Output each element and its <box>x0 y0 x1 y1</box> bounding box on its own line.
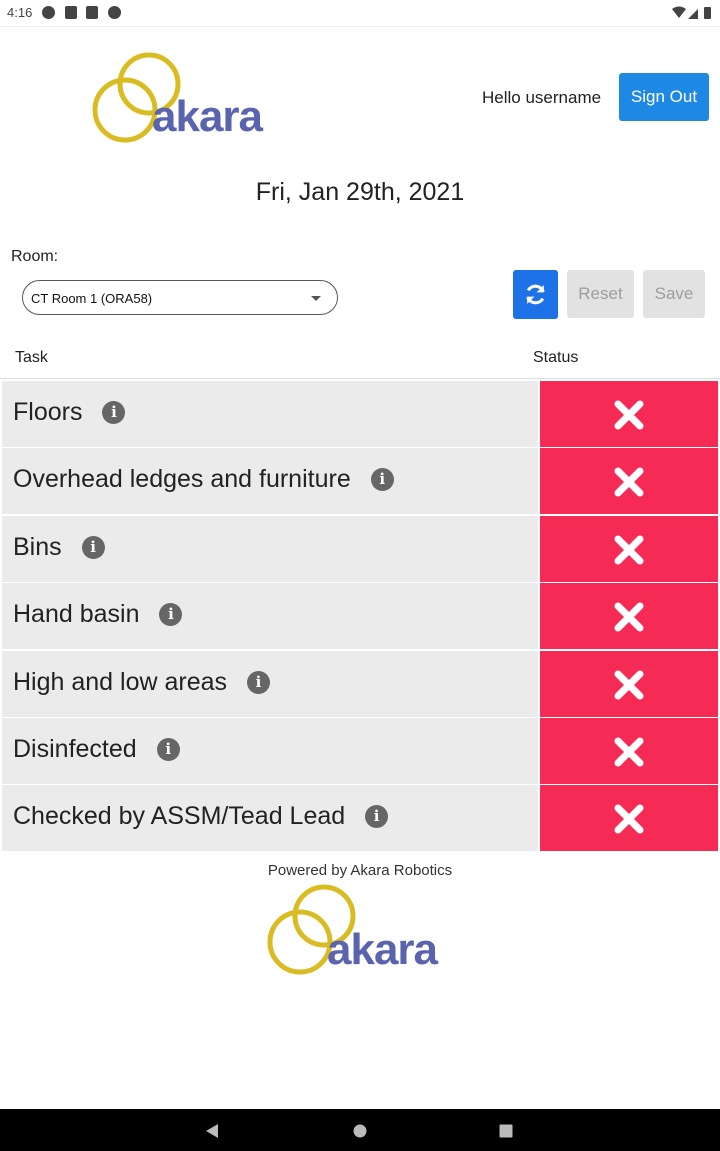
info-icon[interactable]: i <box>247 670 271 694</box>
recents-icon[interactable] <box>499 1124 513 1138</box>
current-date: Fri, Jan 29th, 2021 <box>255 178 465 206</box>
info-icon[interactable]: i <box>365 805 389 829</box>
info-icon[interactable]: i <box>156 737 180 761</box>
table-row: Disinfected i <box>2 717 718 785</box>
close-icon <box>614 535 644 565</box>
task-cell: Checked by ASSM/Tead Lead i <box>2 785 538 852</box>
table-row: Floors i <box>2 381 718 448</box>
room-select[interactable]: CT Room 1 (ORA58) <box>22 280 338 315</box>
task-cell: Floors i <box>2 381 538 447</box>
task-cell: Hand basin i <box>2 583 538 650</box>
refresh-icon <box>526 284 545 305</box>
status-toggle[interactable] <box>540 650 718 717</box>
sd-card-icon <box>86 6 98 19</box>
home-icon[interactable] <box>353 1124 367 1138</box>
table-row: Overhead ledges and furniture i <box>2 448 718 515</box>
close-icon <box>614 670 644 700</box>
notification-icon <box>42 6 55 19</box>
wifi-signal-battery-icon <box>672 6 711 19</box>
task-label: Hand basin <box>13 600 140 629</box>
status-toggle[interactable] <box>540 717 718 784</box>
info-icon[interactable]: i <box>102 401 126 424</box>
close-icon <box>614 737 644 767</box>
reset-button[interactable]: Reset <box>567 270 634 318</box>
status-toggle[interactable] <box>540 515 718 582</box>
task-label: Disinfected <box>13 734 137 763</box>
task-cell: Overhead ledges and furniture i <box>2 448 538 515</box>
user-greeting: Hello username <box>482 88 602 107</box>
task-label: Overhead ledges and furniture <box>13 465 351 494</box>
info-icon[interactable]: i <box>159 603 183 627</box>
table-row: Bins i <box>2 515 718 583</box>
close-icon <box>614 602 644 632</box>
akara-footer-logo: akara <box>267 883 457 978</box>
table-row: Hand basin i <box>2 583 718 650</box>
task-label: Bins <box>13 532 62 561</box>
task-label: Checked by ASSM/Tead Lead <box>13 802 346 831</box>
refresh-button[interactable] <box>513 270 558 319</box>
chevron-down-icon <box>311 296 321 301</box>
status-time: 4:16 <box>7 5 33 20</box>
task-label: High and low areas <box>13 667 228 696</box>
notification-icon <box>65 6 77 19</box>
save-button[interactable]: Save <box>643 270 705 318</box>
table-row: Checked by ASSM/Tead Lead i <box>2 785 718 852</box>
notification-icon <box>108 6 121 19</box>
info-icon[interactable]: i <box>370 468 394 492</box>
room-selected-value: CT Room 1 (ORA58) <box>31 291 153 306</box>
status-toggle[interactable] <box>540 785 718 852</box>
system-navigation-bar <box>0 1109 720 1151</box>
task-label: Floors <box>13 398 83 426</box>
close-icon <box>614 804 644 834</box>
info-icon[interactable]: i <box>81 535 105 559</box>
close-icon <box>614 467 644 497</box>
back-icon[interactable] <box>205 1123 219 1139</box>
table-row: High and low areas i <box>2 650 718 718</box>
system-status-bar: 4:16 <box>0 0 720 27</box>
logo-wordmark: akara <box>327 925 438 974</box>
status-toggle[interactable] <box>540 583 718 650</box>
sign-out-button[interactable]: Sign Out <box>619 73 709 121</box>
divider <box>0 378 720 379</box>
status-column-header: Status <box>533 349 579 366</box>
status-toggle[interactable] <box>540 381 718 447</box>
task-cell: Bins i <box>2 515 538 582</box>
logo-wordmark: akara <box>152 92 263 141</box>
task-cell: Disinfected i <box>2 717 538 784</box>
close-icon <box>614 400 644 430</box>
task-cell: High and low areas i <box>2 650 538 717</box>
powered-by-text: Powered by Akara Robotics <box>267 862 453 879</box>
task-column-header: Task <box>15 349 48 366</box>
akara-logo: akara <box>92 50 282 145</box>
room-label: Room: <box>11 248 59 265</box>
status-toggle[interactable] <box>540 448 718 515</box>
task-list: Floors i Overhead ledges and furniture i B… <box>2 381 718 853</box>
